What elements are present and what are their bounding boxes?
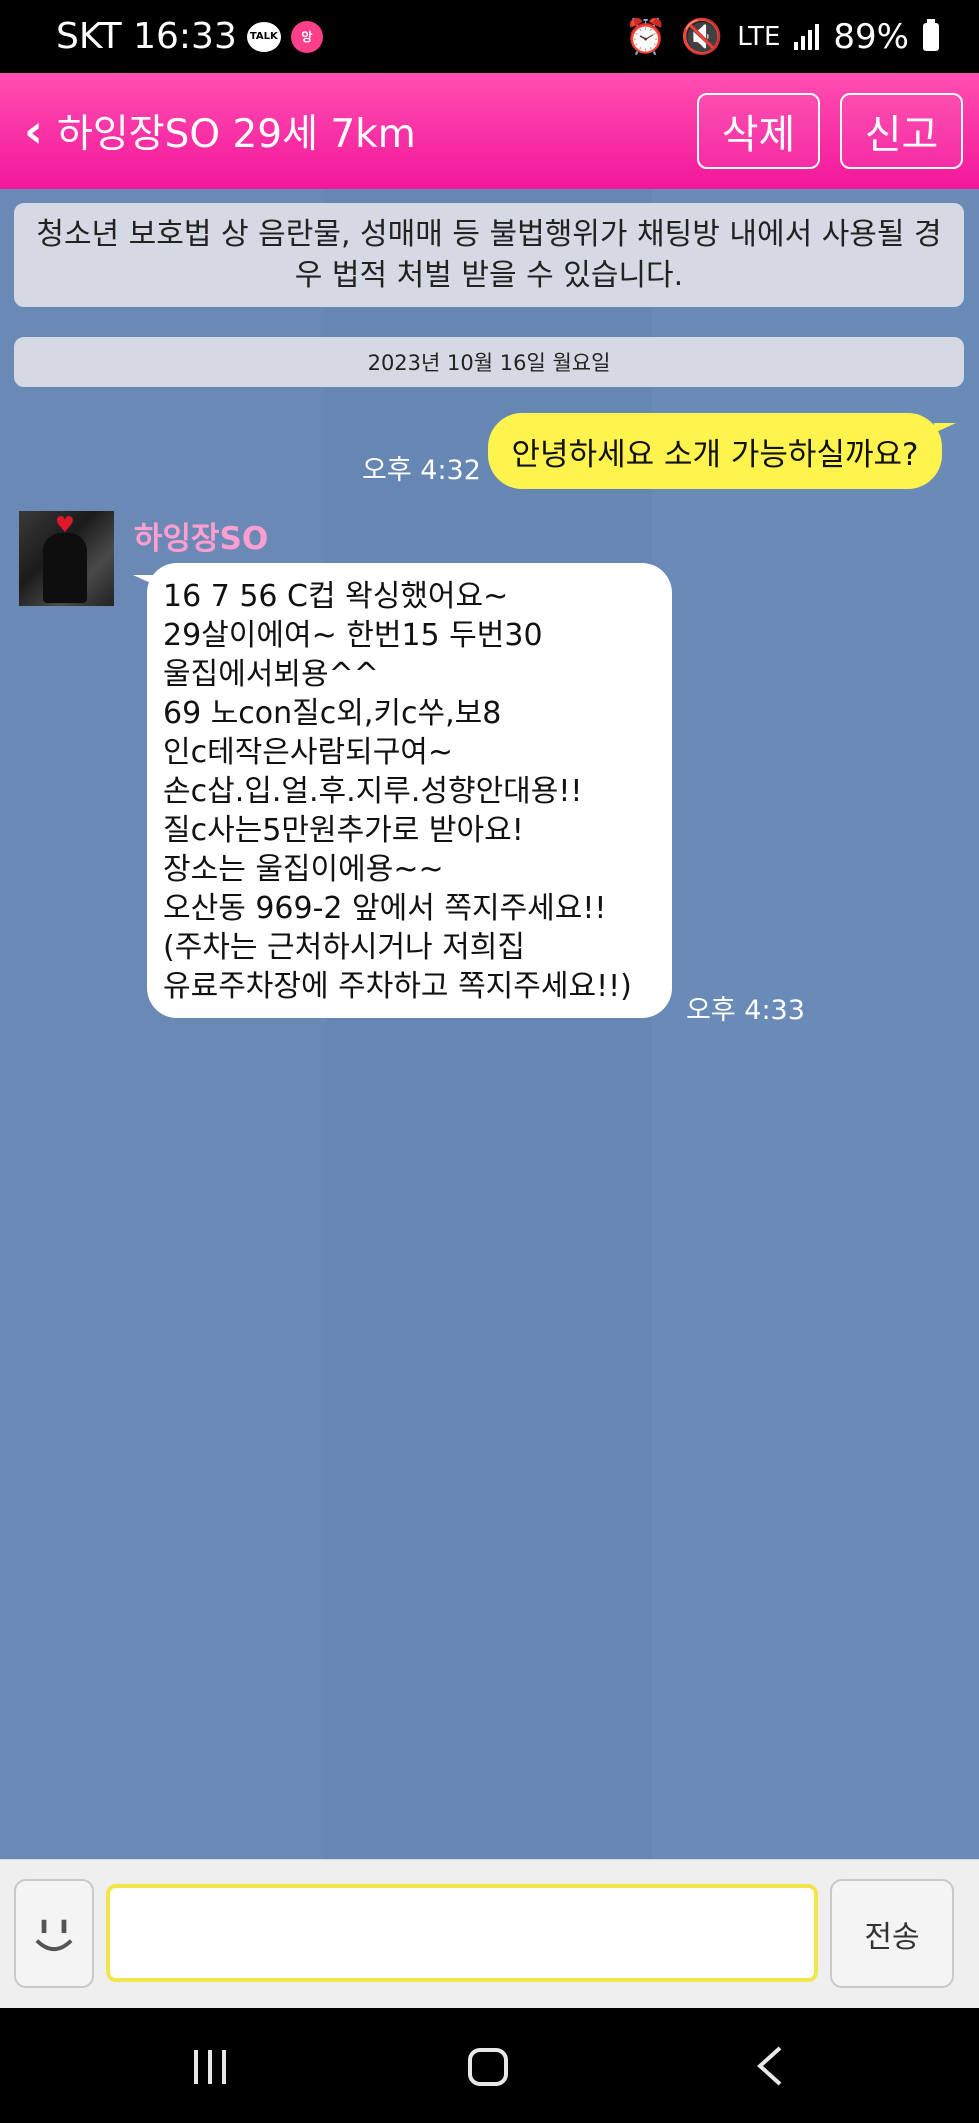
message-line: (주차는 근처하시거나 저희집 bbox=[163, 930, 525, 965]
chat-area[interactable]: 청소년 보호법 상 음란물, 성매매 등 불법행위가 채팅방 내에서 사용될 경… bbox=[0, 189, 979, 1859]
battery-icon bbox=[923, 18, 939, 51]
status-right: ⏰ 🔇 LTE 89% bbox=[625, 17, 939, 57]
date-divider: 2023년 10월 16일 월요일 bbox=[14, 337, 964, 387]
back-nav-icon[interactable] bbox=[754, 2044, 784, 2092]
message-line: 손c삽.입.얼.후.지루.성향안대용!! bbox=[163, 774, 583, 809]
home-icon[interactable] bbox=[468, 2048, 508, 2086]
battery-percent: 89% bbox=[833, 16, 909, 57]
message-line: 울집에서뵈용^^ bbox=[163, 657, 379, 692]
profile-photo bbox=[43, 533, 87, 603]
network-type-label: LTE bbox=[737, 21, 781, 52]
emoticon-button[interactable] bbox=[14, 1879, 94, 1988]
avatar[interactable]: ♥ bbox=[19, 511, 114, 606]
message-line: 16 7 56 C컵 왁싱했어요~ bbox=[163, 579, 509, 614]
message-time: 오후 4:33 bbox=[686, 995, 805, 1026]
message-line: 69 노con질c외,키c쑤,보8 bbox=[163, 696, 502, 731]
chat-header: ‹ 하잉장SO 29세 7km 삭제 신고 bbox=[0, 73, 979, 189]
status-left: SKT 16:33 TALK 앙 bbox=[56, 16, 323, 57]
message-input-bar: 전송 bbox=[0, 1859, 979, 2008]
kakaotalk-notification-icon: TALK bbox=[246, 21, 281, 52]
alarm-icon: ⏰ bbox=[624, 16, 667, 57]
legal-notice: 청소년 보호법 상 음란물, 성매매 등 불법행위가 채팅방 내에서 사용될 경… bbox=[14, 203, 964, 307]
app-notification-icon: 앙 bbox=[290, 20, 323, 53]
received-message-bubble[interactable]: 16 7 56 C컵 왁싱했어요~ 29살이에여~ 한번15 두번30 울집에서… bbox=[133, 563, 672, 1018]
signal-icon bbox=[794, 23, 820, 50]
chat-title: 하잉장SO 29세 7km bbox=[56, 112, 416, 157]
message-line: 유료주차장에 주차하고 쪽지주세요!!) bbox=[163, 969, 632, 1004]
message-line: 질c사는5만원추가로 받아요! bbox=[163, 813, 524, 848]
smiley-icon bbox=[35, 1919, 73, 1952]
message-line: 인c테작은사람되구여~ bbox=[163, 735, 454, 770]
recent-apps-icon[interactable] bbox=[194, 2050, 226, 2084]
mute-icon: 🔇 bbox=[680, 16, 724, 57]
sender-name: 하잉장SO bbox=[134, 521, 269, 557]
status-carrier-time: SKT 16:33 bbox=[56, 16, 237, 57]
status-bar: SKT 16:33 TALK 앙 ⏰ 🔇 LTE 89% bbox=[0, 0, 979, 73]
my-message-bubble[interactable]: 안녕하세요 소개 가능하실까요? bbox=[488, 413, 956, 489]
send-button[interactable]: 전송 bbox=[830, 1879, 954, 1988]
message-input[interactable] bbox=[106, 1884, 818, 1982]
message-line: 오산동 969-2 앞에서 쪽지주세요!! bbox=[163, 891, 607, 926]
message-line: 장소는 울집이에용~~ bbox=[163, 852, 444, 887]
message-time: 오후 4:32 bbox=[362, 455, 481, 486]
back-arrow-icon[interactable]: ‹ bbox=[24, 108, 43, 154]
report-button[interactable]: 신고 bbox=[840, 93, 963, 169]
delete-button[interactable]: 삭제 bbox=[697, 93, 820, 169]
message-line: 29살이에여~ 한번15 두번30 bbox=[163, 618, 543, 653]
system-nav-bar bbox=[0, 2008, 979, 2123]
